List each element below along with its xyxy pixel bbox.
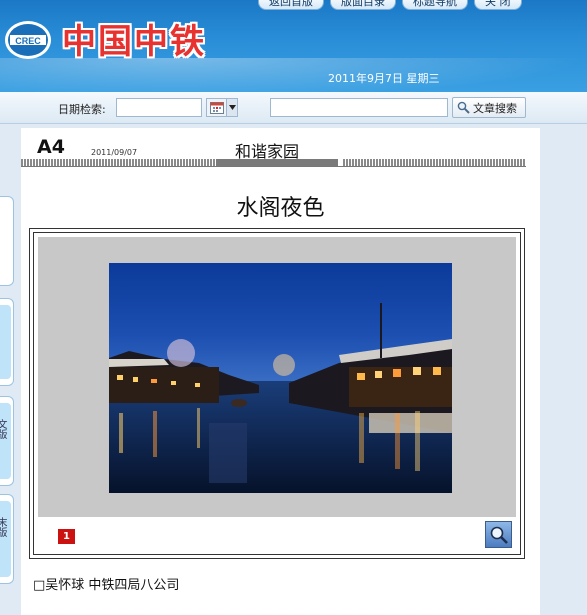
issue-date: 2011年9月7日 星期三 [328,72,440,85]
photo-backdrop [38,237,516,517]
photo-index-badge[interactable]: 1 [58,529,75,544]
zoom-button[interactable] [485,521,512,548]
photo-frame: 1 [29,228,525,559]
side-tab-3[interactable]: 文版 [0,396,14,486]
side-tab-4-label: 末版 [0,517,6,537]
top-nav: 返回首版 版面目录 标题导航 关 闭 [258,0,522,10]
nav-title-nav-button[interactable]: 标题导航 [402,0,468,10]
nav-page-index-button[interactable]: 版面目录 [330,0,396,10]
header-rule-right [343,159,526,166]
side-tab-3-label: 文版 [0,419,6,439]
article-panel: A4 2011/09/07 和谐家园 水阁夜色 1 □吴怀球 中铁四局八公司 [21,128,540,615]
zoom-icon [490,526,508,544]
article-search-label: 文章搜索 [473,101,517,115]
article-search-button[interactable]: 文章搜索 [452,97,526,118]
search-bar: 日期检索: 文章搜索 [0,92,587,124]
article-title: 水阁夜色 [236,196,325,221]
header-rule-left [21,159,216,166]
night-canal-photo[interactable] [109,263,452,493]
photo-inner-frame: 1 [33,232,521,555]
nav-home-button[interactable]: 返回首版 [258,0,324,10]
side-tab-1[interactable] [0,196,14,286]
calendar-icon[interactable] [207,99,226,116]
crec-logo-icon: CREC [5,21,51,59]
logo-text: CREC [15,36,41,46]
side-tab-4[interactable]: 末版 [0,494,14,584]
masthead: CREC 中国中铁 2011年9月7日 星期三 返回首版 版面目录 标题导航 关… [0,0,587,92]
calendar-picker[interactable] [206,98,238,117]
header-swoosh [0,58,587,92]
nav-close-button[interactable]: 关 闭 [474,0,522,10]
magnifier-icon [457,101,470,114]
date-input[interactable] [116,98,202,117]
side-tab-2[interactable] [0,298,14,386]
chevron-down-icon[interactable] [226,99,237,116]
brand-name: 中国中铁 [62,22,206,62]
header-rule-line [21,166,526,167]
page-date: 2011/09/07 [91,148,138,157]
page-code: A4 [37,136,65,158]
header-rule-center [216,159,338,166]
keyword-input[interactable] [270,98,448,117]
article-byline: □吴怀球 中铁四局八公司 [33,578,180,593]
date-search-label: 日期检索: [58,103,106,116]
